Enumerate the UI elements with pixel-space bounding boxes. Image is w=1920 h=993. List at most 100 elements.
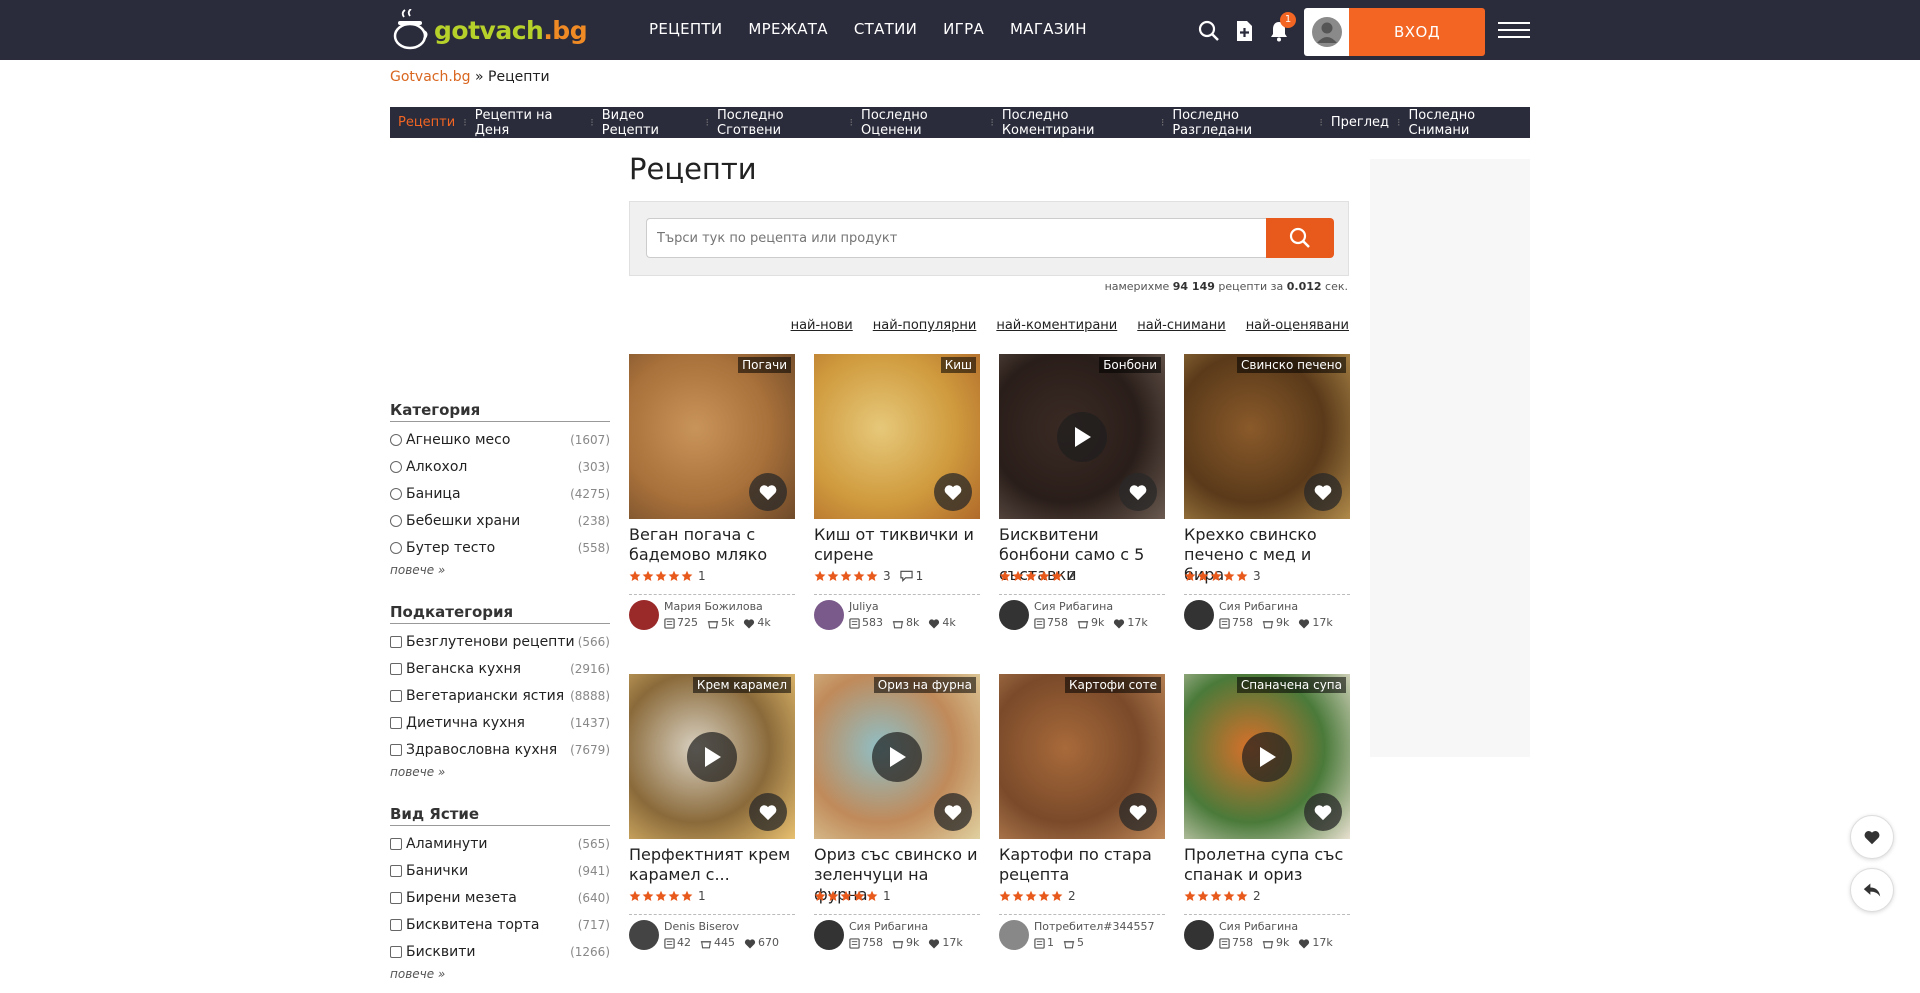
login-area[interactable]: ВХОД bbox=[1304, 8, 1485, 56]
recipe-card[interactable]: Ориз на фурна Ориз със свинско и зеленчуц… bbox=[814, 674, 980, 950]
filter-option[interactable]: Бисквити (1266) bbox=[390, 938, 610, 965]
sort-most-commented[interactable]: най-коментирани bbox=[996, 318, 1117, 333]
recipe-title[interactable]: Киш от тиквички и сирене bbox=[814, 525, 980, 565]
recipe-card[interactable]: Погачи Веган погача с бадемово мляко 1 Мари… bbox=[629, 354, 795, 630]
favorite-button[interactable] bbox=[749, 473, 787, 511]
recipe-card[interactable]: Бонбони Бисквитени бонбони само с 5 съста… bbox=[999, 354, 1165, 630]
filter-option[interactable]: Бутер тесто (558) bbox=[390, 534, 610, 561]
filter-option[interactable]: Диетична кухня (1437) bbox=[390, 709, 610, 736]
recipe-category-tag[interactable]: Крем карамел bbox=[692, 677, 791, 693]
recipe-author[interactable]: Сия Рибагина 758 9k 17k bbox=[999, 600, 1165, 630]
recipe-category-tag[interactable]: Спаначена супа bbox=[1236, 677, 1346, 693]
subnav-video-recipes[interactable]: Видео Рецепти bbox=[602, 108, 698, 138]
recipe-title[interactable]: Крехко свинско печено с мед и бира bbox=[1184, 525, 1350, 584]
author-name[interactable]: Juliya bbox=[849, 600, 956, 614]
recipe-title[interactable]: Ориз със свинско и зеленчуци на фурна bbox=[814, 845, 980, 904]
author-name[interactable]: Сия Рибагина bbox=[849, 920, 963, 934]
author-avatar[interactable] bbox=[999, 600, 1029, 630]
site-logo[interactable]: gotvach.bg bbox=[390, 8, 588, 52]
login-button[interactable]: ВХОД bbox=[1349, 8, 1485, 56]
recipe-category-tag[interactable]: Погачи bbox=[738, 357, 791, 373]
search-button[interactable] bbox=[1266, 218, 1334, 258]
more-link[interactable]: повече » bbox=[390, 967, 610, 981]
recipe-category-tag[interactable]: Бонбони bbox=[1099, 357, 1161, 373]
recipe-title[interactable]: Перфектният крем карамел с... bbox=[629, 845, 795, 885]
filter-option[interactable]: Безглутенови рецепти (566) bbox=[390, 628, 610, 655]
play-icon[interactable] bbox=[687, 732, 737, 782]
author-avatar[interactable] bbox=[629, 920, 659, 950]
author-avatar[interactable] bbox=[814, 600, 844, 630]
favorites-float-button[interactable] bbox=[1850, 815, 1894, 859]
recipe-card[interactable]: Картофи соте Картофи по стара рецепта 2 Пот… bbox=[999, 674, 1165, 950]
subnav-overview[interactable]: Преглед bbox=[1331, 115, 1389, 130]
subnav-last-rated[interactable]: Последно Оценени bbox=[861, 108, 982, 138]
add-recipe-icon[interactable] bbox=[1233, 20, 1255, 42]
sort-top-rated[interactable]: най-оценявани bbox=[1246, 318, 1349, 333]
author-name[interactable]: Сия Рибагина bbox=[1219, 600, 1333, 614]
recipe-title[interactable]: Веган погача с бадемово мляко bbox=[629, 525, 795, 565]
subnav-last-viewed[interactable]: Последно Разгледани bbox=[1172, 108, 1311, 138]
search-input[interactable] bbox=[646, 218, 1266, 258]
sort-most-photographed[interactable]: най-снимани bbox=[1137, 318, 1225, 333]
recipe-image[interactable]: Бонбони bbox=[999, 354, 1165, 519]
more-link[interactable]: повече » bbox=[390, 563, 610, 577]
filter-option[interactable]: Алкохол (303) bbox=[390, 453, 610, 480]
favorite-button[interactable] bbox=[934, 793, 972, 831]
recipe-category-tag[interactable]: Киш bbox=[940, 357, 976, 373]
recipe-author[interactable]: Мария Божилова 725 5k 4k bbox=[629, 600, 795, 630]
subnav-recipes[interactable]: Рецепти bbox=[398, 115, 455, 130]
nav-network[interactable]: МРЕЖАТА bbox=[748, 20, 827, 38]
author-name[interactable]: Потребител#344557 bbox=[1034, 920, 1155, 934]
recipe-card[interactable]: Киш Киш от тиквички и сирене 3 1 Juliya 583 8k… bbox=[814, 354, 980, 630]
nav-game[interactable]: ИГРА bbox=[943, 20, 984, 38]
recipe-category-tag[interactable]: Свинско печено bbox=[1237, 357, 1346, 373]
search-icon[interactable] bbox=[1198, 20, 1220, 42]
nav-shop[interactable]: МАГАЗИН bbox=[1010, 20, 1087, 38]
play-icon[interactable] bbox=[1242, 732, 1292, 782]
filter-option[interactable]: Банички (941) bbox=[390, 857, 610, 884]
filter-option[interactable]: Аламинути (565) bbox=[390, 830, 610, 857]
author-avatar[interactable] bbox=[999, 920, 1029, 950]
author-avatar[interactable] bbox=[1184, 600, 1214, 630]
recipe-image[interactable]: Спаначена супа bbox=[1184, 674, 1350, 839]
filter-option[interactable]: Агнешко месо (1607) bbox=[390, 426, 610, 453]
play-icon[interactable] bbox=[1057, 412, 1107, 462]
recipe-title[interactable]: Пролетна супа със спанак и ориз bbox=[1184, 845, 1350, 885]
sort-popular[interactable]: най-популярни bbox=[873, 318, 977, 333]
recipe-image[interactable]: Свинско печено bbox=[1184, 354, 1350, 519]
favorite-button[interactable] bbox=[749, 793, 787, 831]
recipe-image[interactable]: Крем карамел bbox=[629, 674, 795, 839]
recipe-category-tag[interactable]: Ориз на фурна bbox=[873, 677, 976, 693]
recipe-title[interactable]: Бисквитени бонбони само с 5 съставки bbox=[999, 525, 1165, 584]
filter-option[interactable]: Бебешки храни (238) bbox=[390, 507, 610, 534]
author-name[interactable]: Сия Рибагина bbox=[1219, 920, 1333, 934]
filter-option[interactable]: Веганска кухня (2916) bbox=[390, 655, 610, 682]
filter-option[interactable]: Вегетариански ястия (8888) bbox=[390, 682, 610, 709]
nav-recipes[interactable]: РЕЦЕПТИ bbox=[649, 20, 722, 38]
subnav-last-commented[interactable]: Последно Коментирани bbox=[1002, 108, 1153, 138]
author-name[interactable]: Denis Biserov bbox=[664, 920, 779, 934]
breadcrumb-home[interactable]: Gotvach.bg bbox=[390, 69, 471, 85]
recipe-category-tag[interactable]: Картофи соте bbox=[1064, 677, 1161, 693]
favorite-button[interactable] bbox=[1119, 793, 1157, 831]
recipe-card[interactable]: Крем карамел Перфектният крем карамел с..… bbox=[629, 674, 795, 950]
recipe-author[interactable]: Denis Biserov 42 445 670 bbox=[629, 920, 795, 950]
subnav-recipe-of-day[interactable]: Рецепти на Деня bbox=[475, 108, 583, 138]
recipe-image[interactable]: Погачи bbox=[629, 354, 795, 519]
recipe-author[interactable]: Сия Рибагина 758 9k 17k bbox=[814, 920, 980, 950]
author-name[interactable]: Сия Рибагина bbox=[1034, 600, 1148, 614]
menu-icon[interactable] bbox=[1498, 22, 1530, 38]
recipe-card[interactable]: Свинско печено Крехко свинско печено с ме… bbox=[1184, 354, 1350, 630]
filter-option[interactable]: Здравословна кухня (7679) bbox=[390, 736, 610, 763]
filter-option[interactable]: Баница (4275) bbox=[390, 480, 610, 507]
author-avatar[interactable] bbox=[1184, 920, 1214, 950]
author-name[interactable]: Мария Божилова bbox=[664, 600, 771, 614]
recipe-author[interactable]: Сия Рибагина 758 9k 17k bbox=[1184, 600, 1350, 630]
more-link[interactable]: повече » bbox=[390, 765, 610, 779]
recipe-image[interactable]: Картофи соте bbox=[999, 674, 1165, 839]
filter-option[interactable]: Бисквитена торта (717) bbox=[390, 911, 610, 938]
sort-newest[interactable]: най-нови bbox=[791, 318, 853, 333]
subnav-last-photographed[interactable]: Последно Снимани bbox=[1409, 108, 1530, 138]
favorite-button[interactable] bbox=[1119, 473, 1157, 511]
recipe-author[interactable]: Juliya 583 8k 4k bbox=[814, 600, 980, 630]
